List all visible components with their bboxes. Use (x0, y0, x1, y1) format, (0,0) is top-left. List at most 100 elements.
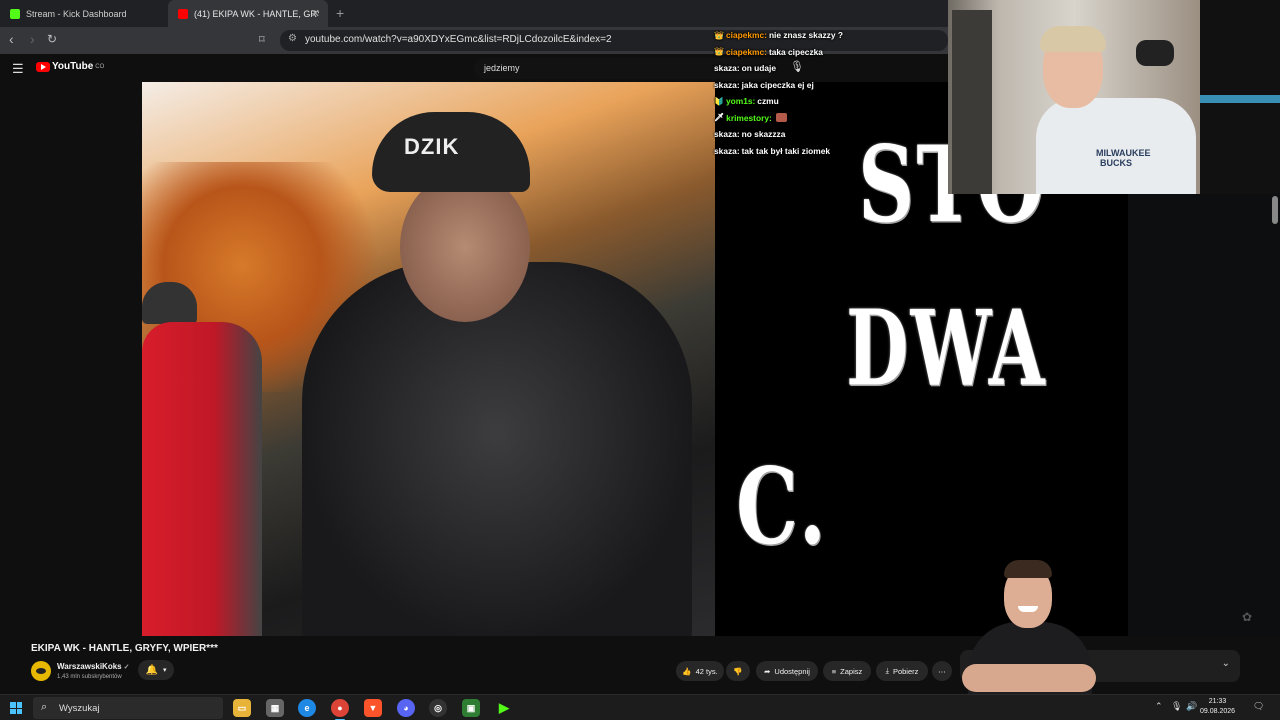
chat-text: taka cipeczka (768, 46, 823, 57)
kick-icon[interactable]: ▶ (495, 699, 513, 717)
share-button[interactable]: ➦ Udostępnij (756, 661, 818, 681)
tab-youtube-video[interactable]: (41) EKIPA WK - HANTLE, GRYFY ✕ (168, 0, 328, 27)
windows-taskbar: ⌕ Wyszukaj ▭ ▦ e ● ▼ ◕ ◎ ▣ ▶ ⌃ 🎙 🔊 21:33… (0, 694, 1280, 720)
overlay-person-smile (1018, 606, 1038, 612)
chat-message: 👑 ciapekmc: nie znasz skazzy ? (714, 27, 944, 44)
new-tab-button[interactable]: + (336, 5, 344, 21)
chevron-down-icon[interactable]: ⌄ (1222, 658, 1230, 669)
share-icon: ➦ (764, 666, 771, 676)
thumbs-up-icon: 👍 (682, 666, 692, 676)
taskbar-search-placeholder: Wyszukaj (59, 703, 100, 714)
menu-icon[interactable]: ☰ (12, 61, 24, 77)
obs-icon[interactable]: ◎ (429, 699, 447, 717)
file-explorer-icon[interactable]: ▭ (233, 699, 251, 717)
man-face (400, 172, 530, 322)
cap-logo: DZIK (404, 134, 460, 159)
streamer-shirt (1036, 98, 1196, 194)
channel-avatar[interactable] (31, 661, 51, 681)
taskbar-search-input[interactable]: ⌕ Wyszukaj (33, 697, 223, 719)
windows-start-icon[interactable] (10, 702, 22, 714)
search-value: jedziemy (484, 63, 520, 73)
tab-label: (41) EKIPA WK - HANTLE, GRYFY (194, 8, 319, 19)
save-button[interactable]: ≡ Zapisz (823, 661, 871, 681)
overlay-text-line2: DWA (846, 286, 1047, 410)
chrome-icon[interactable]: ● (331, 699, 349, 720)
edge-icon[interactable]: e (298, 699, 316, 717)
chat-text: tak tak był taki ziomek (741, 145, 831, 156)
overlay-person-hair (1004, 560, 1052, 578)
notifications-button[interactable]: 🔔 ▾ (138, 660, 174, 680)
badge-icon: 🔰 (714, 96, 724, 106)
chat-user: skaza: (714, 129, 740, 140)
man-puffer-jacket (302, 262, 692, 636)
brave-icon[interactable]: ▼ (364, 699, 382, 717)
forward-icon[interactable]: › (30, 31, 35, 47)
dislike-button[interactable]: 👎 (726, 661, 750, 681)
chat-message: skaza: jaka cipeczka ej ej (714, 77, 944, 94)
taskbar-clock[interactable]: 21:33 09.08.2026 (1200, 697, 1235, 717)
notification-icon[interactable]: 🗨 (1253, 701, 1264, 712)
chat-text: jaka cipeczka ej ej (741, 79, 814, 90)
url-text: youtube.com/watch?v=a90XDYxEGmc&list=RDj… (305, 34, 612, 45)
chat-user: skaza: (714, 145, 740, 156)
chevron-down-icon: ▾ (162, 667, 167, 674)
verified-icon: ✓ (123, 664, 130, 671)
chat-message: skaza: on udaje (714, 60, 944, 77)
save-label: Zapisz (840, 666, 863, 676)
like-button[interactable]: 👍 42 tys. (676, 661, 724, 681)
logo-country: CO (95, 63, 105, 70)
overlay-person-arms (962, 664, 1096, 692)
chat-user: krimestory: (726, 112, 772, 123)
channel-name-text: WarszawskiKoks (57, 662, 122, 671)
like-count: 42 tys. (695, 666, 718, 676)
youtube-logo[interactable]: YouTube CO (36, 61, 104, 72)
thumbs-down-icon: 👎 (733, 666, 743, 676)
chat-user: ciapekmc: (725, 30, 767, 41)
chevron-up-icon[interactable]: ⌃ (1155, 701, 1163, 712)
more-icon: ⋯ (938, 666, 946, 676)
tab-kick-dashboard[interactable]: Stream - Kick Dashboard (0, 0, 168, 27)
chat-text: czmu (757, 96, 779, 107)
back-icon[interactable]: ‹ (9, 31, 14, 47)
microphone-icon[interactable]: 🎙 (1171, 701, 1182, 712)
clock-time: 21:33 (1208, 698, 1227, 705)
bookmark-icon[interactable]: ⌑ (259, 33, 265, 46)
download-icon: ⤓ (885, 666, 889, 675)
bell-icon: 🔔 (145, 664, 158, 676)
chat-message: 🔰 yom1s: czmu (714, 93, 944, 110)
webcam-side (1200, 0, 1280, 194)
page-scrollbar[interactable] (1272, 196, 1278, 224)
app-icon[interactable]: ▦ (266, 699, 284, 717)
share-label: Udostępnij (774, 666, 810, 676)
kick-favicon-icon (10, 8, 20, 19)
headset-icon (1136, 40, 1174, 66)
more-actions-button[interactable]: ⋯ (932, 661, 952, 681)
video-player[interactable]: DZIK (142, 82, 715, 636)
chat-message: skaza: no skazzza (714, 126, 944, 143)
chat-user: skaza: (714, 79, 740, 90)
webcam-feed: MILWAUKEE BUCKS (948, 0, 1200, 194)
bystander-red-jacket (142, 322, 262, 636)
crown-icon: 👑 (714, 47, 724, 57)
site-info-icon[interactable]: ⚙ (288, 33, 297, 44)
youtube-favicon-icon (178, 8, 188, 19)
volume-icon[interactable]: 🔊 (1186, 701, 1197, 712)
chat-text: nie znasz skazzy ? (768, 30, 843, 41)
video-title: EKIPA WK - HANTLE, GRYFY, WPIER*** (31, 643, 218, 654)
close-icon[interactable]: ✕ (311, 7, 320, 20)
stream-side-panel (1128, 194, 1280, 636)
reload-icon[interactable]: ↻ (47, 32, 57, 46)
chat-user: yom1s: (725, 96, 756, 107)
browser-tab-bar: Stream - Kick Dashboard (41) EKIPA WK - … (0, 0, 948, 27)
app-green-icon[interactable]: ▣ (462, 699, 480, 717)
chat-message: skaza: tak tak był taki ziomek (714, 143, 944, 160)
overlay-text-line3: C. (736, 446, 828, 569)
shirt-print: MILWAUKEE BUCKS (1096, 148, 1151, 168)
download-button[interactable]: ⤓ Pobierz (876, 661, 928, 681)
chat-user: ciapekmc: (725, 46, 767, 57)
tab-label: Stream - Kick Dashboard (26, 8, 127, 19)
search-icon: ⌕ (41, 701, 48, 713)
channel-name[interactable]: WarszawskiKoks ✓ (57, 662, 130, 671)
youtube-play-icon (36, 61, 50, 72)
discord-icon[interactable]: ◕ (397, 699, 415, 717)
